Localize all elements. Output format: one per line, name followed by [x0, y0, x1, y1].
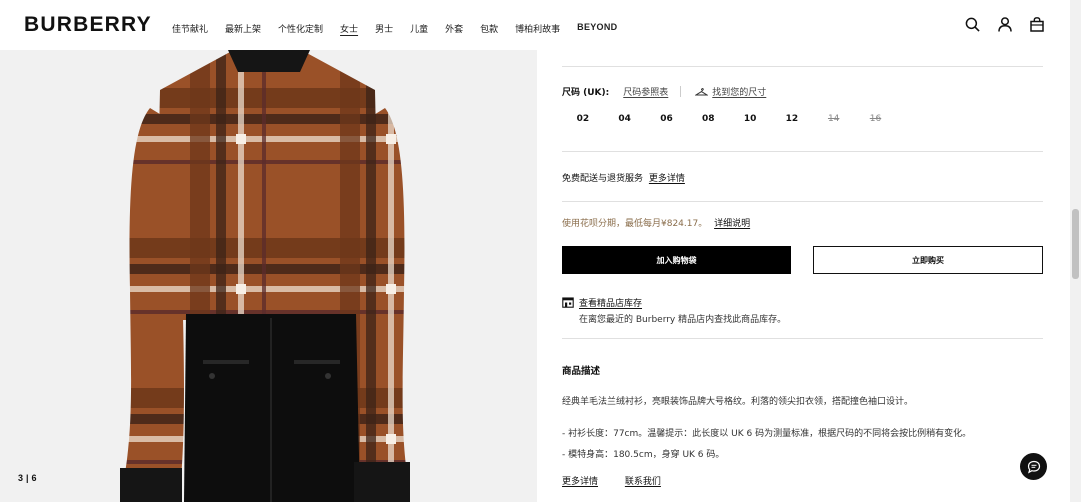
size-option[interactable]: 10 — [729, 114, 771, 124]
store-stock-link[interactable]: 查看精品店库存 — [579, 296, 642, 309]
gallery-current: 3 — [18, 473, 24, 483]
site-header: BURBERRY 佳节献礼 最新上架 个性化定制 女士 男士 儿童 外套 包款 … — [0, 0, 1070, 50]
brand-logo[interactable]: BURBERRY — [24, 13, 152, 37]
delivery-more-link[interactable]: 更多详情 — [649, 174, 685, 184]
find-size-label: 找到您的尺寸 — [712, 88, 767, 98]
size-option[interactable]: 12 — [771, 114, 813, 124]
nav-item-beyond[interactable]: BEYOND — [577, 22, 617, 35]
size-header: 尺码 (UK): 尺码参照表 找到您的尺寸 — [562, 85, 766, 98]
scrollbar-thumb[interactable] — [1072, 209, 1079, 279]
chat-icon — [1027, 460, 1040, 474]
store-stock-desc: 在离您最近的 Burberry 精品店内查找此商品库存。 — [579, 315, 787, 325]
bag-icon[interactable] — [1028, 16, 1045, 33]
scrollbar[interactable] — [1070, 0, 1081, 502]
description-summary: 经典羊毛法兰绒衬衫，亮眼装饰品牌大号格纹。利落的领尖扣衣领，搭配撞色袖口设计。 — [562, 397, 914, 407]
nav-item-personalisation[interactable]: 个性化定制 — [278, 22, 323, 35]
size-label: 尺码 (UK): — [562, 88, 610, 98]
description-title: 商品描述 — [562, 366, 601, 377]
divider — [562, 66, 1043, 67]
gallery-total: 6 — [31, 473, 37, 483]
size-option[interactable]: 08 — [687, 114, 729, 124]
description-links: 更多详情 联系我们 — [562, 474, 661, 487]
find-size-link[interactable]: 找到您的尺寸 — [695, 85, 766, 98]
add-to-bag-button[interactable]: 加入购物袋 — [562, 246, 791, 274]
nav-item-stories[interactable]: 博柏利故事 — [515, 22, 560, 35]
header-actions — [964, 16, 1045, 33]
divider — [562, 151, 1043, 152]
more-details-link[interactable]: 更多详情 — [562, 477, 598, 487]
chat-button[interactable] — [1020, 453, 1047, 480]
store-icon — [562, 297, 574, 308]
nav-item-bags[interactable]: 包款 — [480, 22, 498, 35]
buy-now-button[interactable]: 立即购买 — [813, 246, 1043, 274]
installment-text: 使用花呗分期，最低每月¥824.17。 — [562, 219, 708, 229]
delivery-info: 免费配送与退货服务 更多详情 — [562, 171, 685, 184]
store-stock: 查看精品店库存 在离您最近的 Burberry 精品店内查找此商品库存。 — [562, 296, 786, 325]
product-image-gallery[interactable]: 3 | 6 — [0, 50, 537, 502]
installment-info: 使用花呗分期，最低每月¥824.17。 详细说明 — [562, 216, 750, 229]
size-option: 16 — [869, 114, 882, 124]
divider — [680, 86, 682, 97]
size-options: 02 04 06 08 10 12 14 16 — [562, 114, 896, 124]
product-image — [0, 50, 537, 502]
hanger-icon — [695, 88, 709, 96]
store-stock-header: 查看精品店库存 — [562, 296, 786, 309]
size-option[interactable]: 06 — [646, 114, 688, 124]
size-option[interactable]: 04 — [604, 114, 646, 124]
size-guide-link[interactable]: 尺码参照表 — [623, 85, 668, 98]
divider — [562, 338, 1043, 339]
nav-item-children[interactable]: 儿童 — [410, 22, 428, 35]
installment-details-link[interactable]: 详细说明 — [714, 219, 750, 229]
gallery-sep: | — [26, 473, 29, 483]
account-icon[interactable] — [996, 16, 1013, 33]
delivery-text: 免费配送与退货服务 — [562, 174, 644, 184]
description-bullet: - 模特身高：180.5cm，身穿 UK 6 码。 — [562, 450, 725, 460]
nav-item-gifts[interactable]: 佳节献礼 — [172, 22, 208, 35]
nav-item-women[interactable]: 女士 — [340, 22, 358, 35]
main-nav: 佳节献礼 最新上架 个性化定制 女士 男士 儿童 外套 包款 博柏利故事 BEY… — [172, 22, 634, 35]
gallery-counter: 3 | 6 — [18, 473, 37, 483]
size-option[interactable]: 02 — [562, 114, 604, 124]
product-details-panel: 尺码 (UK): 尺码参照表 找到您的尺寸 02 04 06 08 10 12 14 16 免… — [562, 50, 1043, 502]
description-bullet: - 衬衫长度：77cm。温馨提示：此长度以 UK 6 码为测量标准，根据尺码的不… — [562, 429, 972, 439]
divider — [562, 201, 1043, 202]
nav-item-new-in[interactable]: 最新上架 — [225, 22, 261, 35]
contact-us-link[interactable]: 联系我们 — [625, 477, 661, 487]
nav-item-outerwear[interactable]: 外套 — [445, 22, 463, 35]
search-icon[interactable] — [964, 16, 981, 33]
nav-item-men[interactable]: 男士 — [375, 22, 393, 35]
size-option: 14 — [827, 114, 840, 124]
